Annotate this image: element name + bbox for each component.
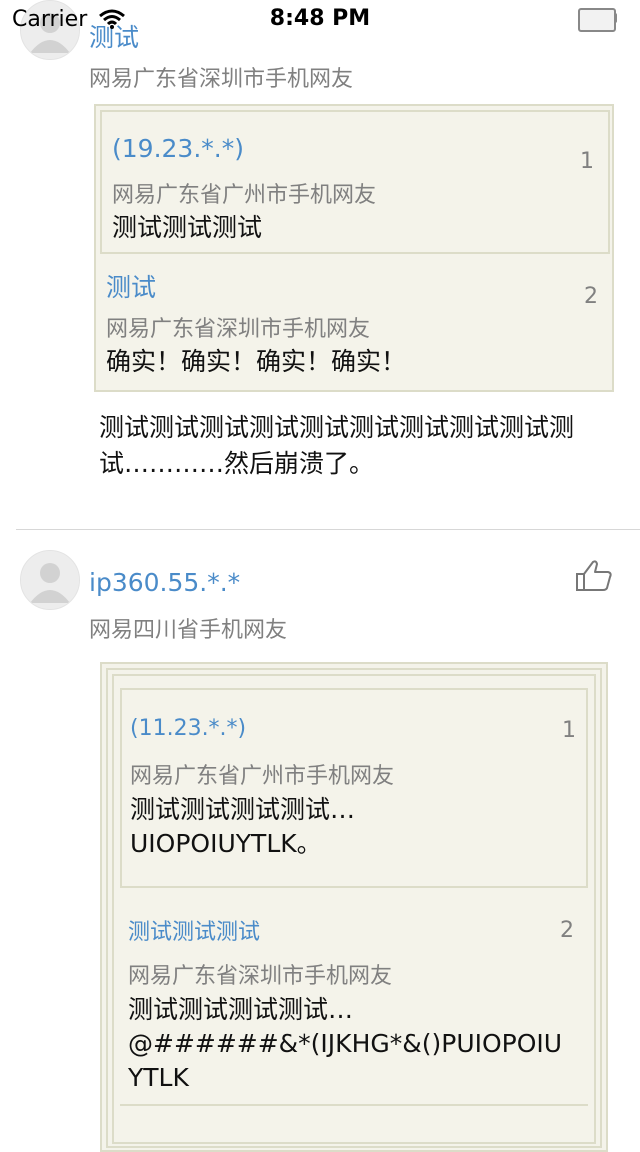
floor-text-line: 测试测试测试测试… [130,795,356,824]
floor-item: (19.23.*.*) 1 网易广东省广州市手机网友 测试测试测试 [100,110,610,254]
floor-text-line: UIOPOIUYTLK。 [130,829,322,858]
floor-item: (11.23.*.*) 1 网易广东省广州市手机网友 测试测试测试测试… UIO… [120,688,588,888]
floor-number: 2 [584,284,598,309]
floor-number: 1 [562,718,576,743]
clock: 8:48 PM [269,6,371,31]
floor-source: 网易广东省广州市手机网友 [112,183,377,208]
status-bar: Carrier 8:48 PM [0,0,640,40]
floor-stack: (11.23.*.*) 1 网易广东省广州市手机网友 测试测试测试测试… UIO… [106,668,602,1148]
default-user-icon [21,551,79,609]
floor-stack: (11.23.*.*) 1 网易广东省广州市手机网友 测试测试测试测试… UIO… [112,674,596,1144]
floor-username[interactable]: 测试测试测试 [128,914,260,946]
floor-username[interactable]: 测试 [106,268,156,304]
thumbs-up-icon[interactable] [575,558,615,592]
floor-divider [120,1104,588,1106]
floor-username[interactable]: (11.23.*.*) [130,716,246,741]
comment-card: ip360.55.*.* 网易四川省手机网友 (11.23.*.*) 1 网易广… [0,530,640,1152]
floor-text-line: YTLK [128,1063,189,1092]
floor-text-line: 测试测试测试测试… [128,995,354,1024]
comment-source: 网易广东省深圳市手机网友 [89,67,354,92]
floor-text-line: @######&*(IJKHG*&()PUIOPOIU [128,1029,563,1058]
comment-body-line: 试…………然后崩溃了。 [99,449,375,478]
floor-source: 网易广东省深圳市手机网友 [106,317,371,342]
floor-text: 测试测试测试 [112,213,263,242]
floor-text: 确实！确实！确实！确实！ [106,347,407,376]
floor-stack: (11.23.*.*) 1 网易广东省广州市手机网友 测试测试测试测试… UIO… [100,662,608,1152]
floor-source: 网易广东省广州市手机网友 [130,764,395,789]
comment-username[interactable]: ip360.55.*.* [89,568,240,597]
comment-body-line: 测试测试测试测试测试测试测试测试测试测 [99,413,575,442]
floor-number: 1 [580,149,594,174]
battery-cap [614,13,617,23]
avatar[interactable] [20,550,80,610]
battery-icon [578,8,616,32]
floor-stack: (19.23.*.*) 1 网易广东省广州市手机网友 测试测试测试 测试 2 网… [94,104,614,392]
floor-number: 2 [560,918,574,943]
comment-card: 测试 网易广东省深圳市手机网友 (19.23.*.*) 1 网易广东省广州市手机… [0,0,640,530]
floor-source: 网易广东省深圳市手机网友 [128,964,393,989]
comment-source: 网易四川省手机网友 [89,618,288,643]
floor-username[interactable]: (19.23.*.*) [112,134,244,163]
